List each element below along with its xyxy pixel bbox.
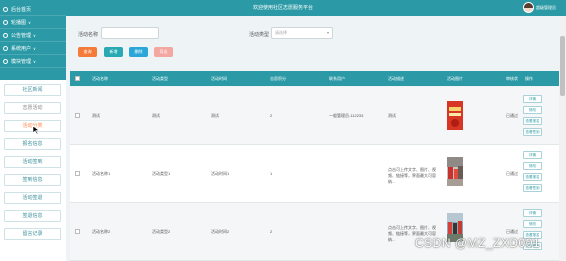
- announcement-icon: [3, 32, 8, 38]
- detail-button[interactable]: 详情: [523, 151, 542, 159]
- cell-name: 测试: [92, 113, 100, 118]
- sub-check-in[interactable]: 活动签到: [4, 156, 61, 168]
- submenu: 社区新闻 志愿活动 活动分类 报名信息 活动签到 签到信息 活动签退 签退信息 …: [0, 80, 66, 261]
- nav-carousel[interactable]: 轮播图 ∨: [0, 16, 66, 29]
- user-name[interactable]: 超级管理员: [536, 5, 556, 11]
- cell-status: 已通过: [506, 229, 518, 234]
- col-description: 活动描述: [388, 76, 404, 81]
- view-registrations-button[interactable]: 查看报名: [523, 117, 542, 125]
- chevron-down-icon: ∨: [33, 32, 36, 38]
- sub-check-in-info[interactable]: 签到信息: [4, 174, 61, 186]
- module-icon: [3, 58, 8, 64]
- view-checkins-button[interactable]: 查看签到: [523, 184, 542, 192]
- chevron-down-icon: ▾: [326, 30, 329, 35]
- cell-type: 活动类型2: [152, 229, 171, 234]
- edit-button[interactable]: 修改: [523, 220, 542, 228]
- cell-status: 已通过: [506, 113, 518, 118]
- nav-modules[interactable]: 模块管理 ∨: [0, 55, 66, 68]
- sub-messages[interactable]: 留言记录: [4, 228, 61, 240]
- cell-contact: 一般管理员-112233: [329, 113, 364, 118]
- col-image: 活动图片: [447, 76, 463, 81]
- delete-button[interactable]: 删除: [129, 47, 148, 57]
- watermark: CSDN @MZ_ZXD001: [415, 236, 541, 250]
- chevron-down-icon: ∨: [33, 58, 36, 64]
- export-button[interactable]: 导出: [154, 47, 173, 57]
- add-button[interactable]: 新增: [104, 47, 123, 57]
- nav-announcements[interactable]: 公告管理 ∨: [0, 29, 66, 42]
- activity-name-label: 活动名称: [78, 32, 99, 38]
- cell-type: 测试: [152, 113, 160, 118]
- sub-news[interactable]: 社区新闻: [4, 84, 61, 96]
- nav-carousel-label: 轮播图: [11, 19, 27, 26]
- row-checkbox[interactable]: [75, 171, 80, 176]
- detail-button[interactable]: 详情: [523, 209, 542, 217]
- nav-users-label: 系统用户: [11, 45, 32, 52]
- cell-name: 活动名称1: [92, 171, 111, 176]
- row-checkbox[interactable]: [75, 229, 80, 234]
- table-header: 活动名称 活动类型 活动时间 志愿积分 联系用户 活动描述 活动图片 审核状 操…: [70, 71, 559, 86]
- edit-button[interactable]: 修改: [523, 106, 542, 114]
- activity-type-placeholder: 请选择: [275, 30, 287, 35]
- table-row: 活动名称1 活动类型1 活动时间1 1 点击可上传文字、图片、视频、链接等，界面…: [70, 145, 559, 203]
- activity-image: [447, 157, 463, 186]
- cell-points: 2: [270, 113, 273, 118]
- user-avatar[interactable]: [523, 2, 534, 13]
- sub-check-out[interactable]: 活动签退: [4, 192, 61, 204]
- activity-name-input[interactable]: [101, 27, 159, 39]
- cell-points: 1: [270, 171, 273, 176]
- col-actions: 操作: [525, 76, 533, 81]
- mouse-cursor-icon: [32, 125, 40, 135]
- cell-points: 2: [270, 229, 273, 234]
- page-scrollbar[interactable]: [559, 16, 566, 261]
- chevron-down-icon: ∨: [33, 45, 36, 51]
- sub-volunteer-activities[interactable]: 志愿活动: [4, 102, 61, 114]
- sidebar: 后台首页 轮播图 ∨ 公告管理 ∨ 系统用户 ∨ 模块管理 ∨ 社区新闻 志愿活…: [0, 0, 66, 261]
- sub-check-out-info[interactable]: 签退信息: [4, 210, 61, 222]
- select-all-checkbox[interactable]: [75, 76, 80, 81]
- cell-description: 测试: [388, 113, 396, 118]
- chevron-down-icon: ∨: [28, 19, 31, 25]
- scrollbar-thumb[interactable]: [560, 36, 565, 96]
- cell-time: 测试: [211, 113, 219, 118]
- edit-button[interactable]: 修改: [523, 162, 542, 170]
- sub-registrations[interactable]: 报名信息: [4, 138, 61, 150]
- col-type: 活动类型: [152, 76, 168, 81]
- row-checkbox[interactable]: [75, 113, 80, 118]
- carousel-icon: [3, 19, 8, 25]
- cell-time: 活动时间2: [211, 229, 230, 234]
- site-title: 欢迎使用社区志愿服务平台: [252, 5, 313, 11]
- view-checkins-button[interactable]: 查看签到: [523, 128, 542, 136]
- col-name: 活动名称: [92, 76, 108, 81]
- cell-name: 活动名称2: [92, 229, 111, 234]
- col-contact: 联系用户: [329, 76, 345, 81]
- cell-time: 活动时间1: [211, 171, 230, 176]
- activity-image: [447, 101, 463, 130]
- detail-button[interactable]: 详情: [523, 95, 542, 103]
- nav-announcements-label: 公告管理: [11, 32, 32, 39]
- user-icon: [3, 45, 8, 51]
- cell-description: 点击可上传文字、图片、视频、链接等，界面最大可容纳...: [388, 167, 436, 184]
- view-registrations-button[interactable]: 查看报名: [523, 173, 542, 181]
- activity-type-select[interactable]: 请选择 ▾: [271, 27, 333, 39]
- col-status: 审核状: [506, 76, 518, 81]
- cell-status: 已通过: [506, 171, 518, 176]
- activity-type-label: 活动类型: [249, 32, 270, 38]
- nav-users[interactable]: 系统用户 ∨: [0, 42, 66, 55]
- table-row: 活动名称2 活动类型2 活动时间2 2 点击可上传文字、图片、视频、链接等，界面…: [70, 203, 559, 261]
- cell-type: 活动类型1: [152, 171, 171, 176]
- col-points: 志愿积分: [270, 76, 286, 81]
- table-row: 测试 测试 测试 2 一般管理员-112233 测试 已通过 详情 修改 查看报…: [70, 87, 559, 145]
- search-button[interactable]: 查询: [78, 47, 97, 57]
- nav-modules-label: 模块管理: [11, 58, 32, 65]
- col-time: 活动时间: [211, 76, 227, 81]
